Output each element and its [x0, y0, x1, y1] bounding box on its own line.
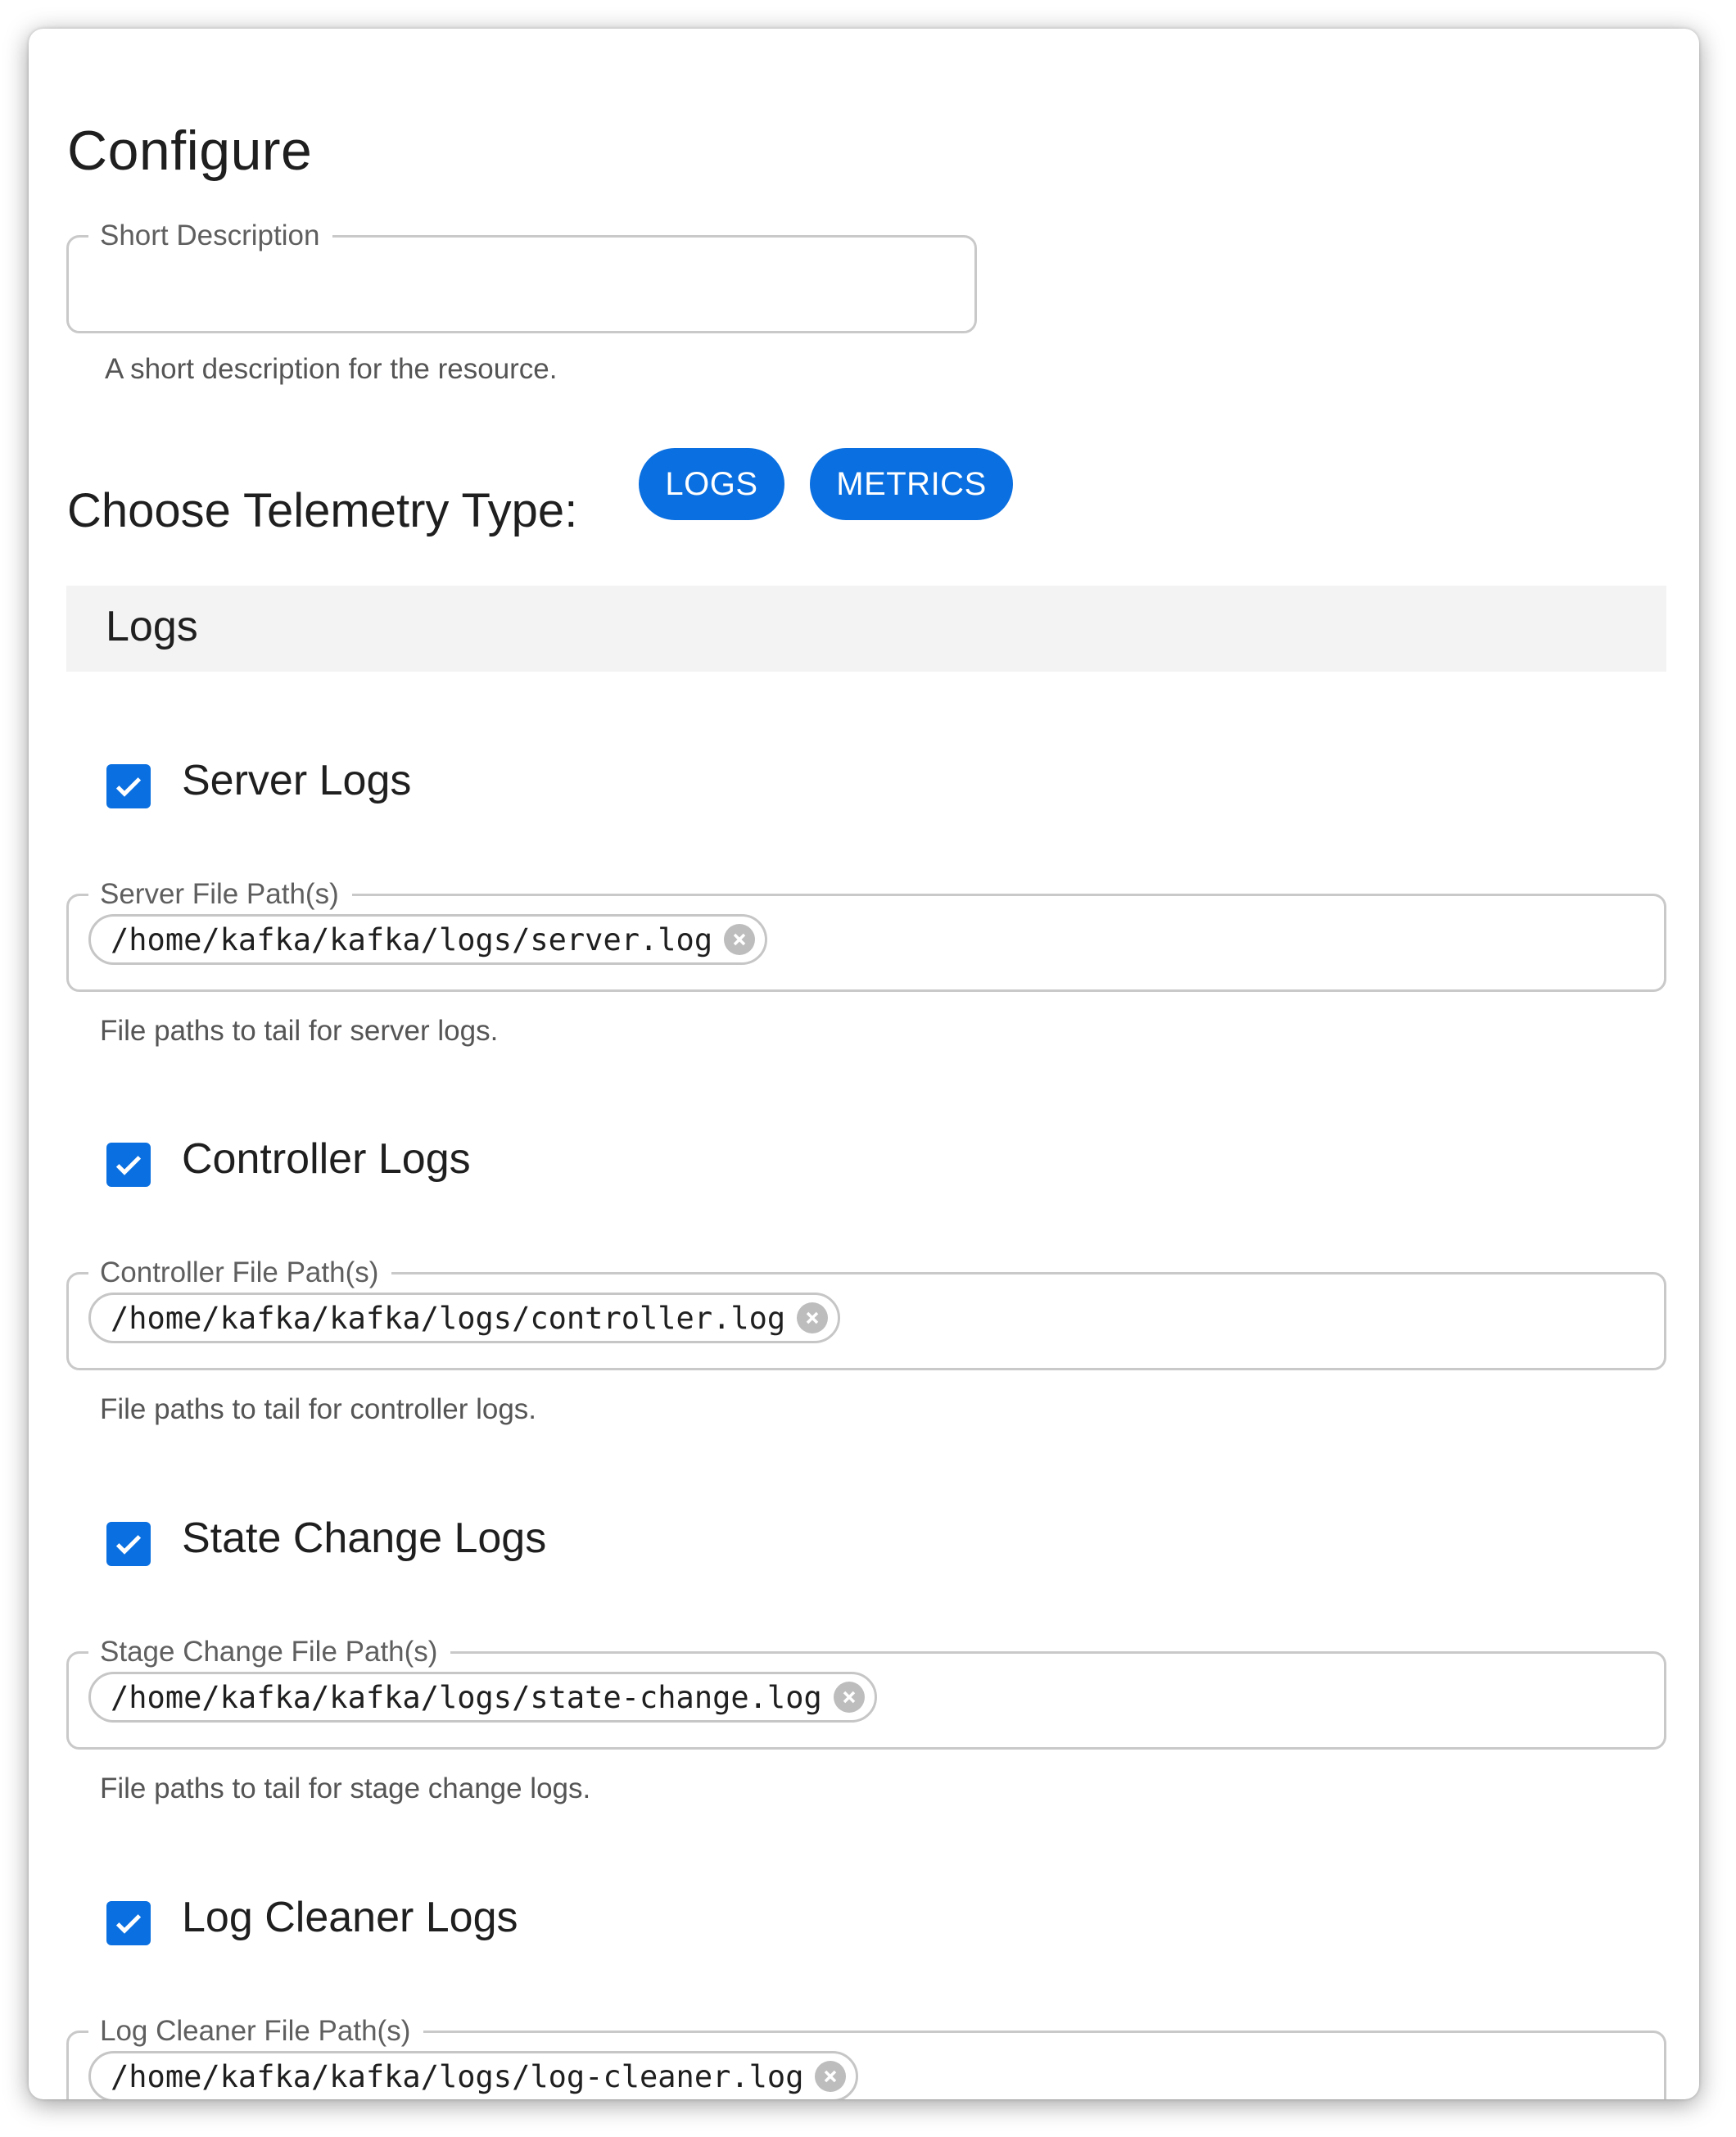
server-logs-label: Server Logs	[182, 757, 412, 804]
state-change-file-paths-label: Stage Change File Path(s)	[88, 1636, 451, 1668]
server-logs-checkbox[interactable]	[106, 764, 151, 808]
path-chip: /home/kafka/kafka/logs/state-change.log	[88, 1672, 877, 1723]
state-change-file-paths-helper: File paths to tail for stage change logs…	[100, 1773, 591, 1804]
check-icon	[115, 777, 142, 797]
log-cleaner-file-paths-label: Log Cleaner File Path(s)	[88, 2015, 424, 2048]
check-icon	[115, 1535, 142, 1555]
configure-card: Configure Short Description A short desc…	[29, 29, 1699, 2099]
state-change-logs-label: State Change Logs	[182, 1514, 547, 1562]
close-circle-icon[interactable]	[724, 924, 756, 955]
controller-file-paths-helper: File paths to tail for controller logs.	[100, 1393, 537, 1425]
check-icon	[115, 1914, 142, 1934]
log-cleaner-file-paths-field[interactable]: Log Cleaner File Path(s) /home/kafka/kaf…	[66, 2015, 1666, 2099]
path-chip-text: /home/kafka/kafka/logs/log-cleaner.log	[111, 2058, 804, 2094]
logs-button[interactable]: LOGS	[639, 448, 784, 520]
telemetry-type-label: Choose Telemetry Type:	[67, 484, 578, 537]
close-circle-icon[interactable]	[797, 1302, 829, 1333]
path-chip: /home/kafka/kafka/logs/server.log	[88, 914, 768, 965]
close-circle-icon[interactable]	[833, 1682, 865, 1713]
server-file-paths-helper: File paths to tail for server logs.	[100, 1015, 499, 1047]
server-file-paths-label: Server File Path(s)	[88, 878, 352, 911]
short-description-field[interactable]: Short Description	[66, 220, 977, 333]
short-description-label: Short Description	[88, 220, 333, 252]
path-chip-text: /home/kafka/kafka/logs/state-change.log	[111, 1679, 822, 1715]
path-chip: /home/kafka/kafka/logs/log-cleaner.log	[88, 2051, 859, 2099]
check-icon	[115, 1156, 142, 1175]
short-description-helper: A short description for the resource.	[105, 353, 558, 385]
controller-logs-label: Controller Logs	[182, 1135, 471, 1183]
controller-file-paths-field[interactable]: Controller File Path(s) /home/kafka/kafk…	[66, 1256, 1666, 1370]
path-chip-text: /home/kafka/kafka/logs/controller.log	[111, 1300, 786, 1336]
page-title: Configure	[67, 120, 313, 182]
path-chip-text: /home/kafka/kafka/logs/server.log	[111, 921, 713, 958]
logs-section-header: Logs	[66, 586, 1666, 672]
path-chip: /home/kafka/kafka/logs/controller.log	[88, 1293, 841, 1343]
controller-file-paths-label: Controller File Path(s)	[88, 1256, 392, 1289]
metrics-button[interactable]: METRICS	[810, 448, 1013, 520]
log-cleaner-logs-label: Log Cleaner Logs	[182, 1894, 518, 1941]
log-cleaner-logs-checkbox[interactable]	[106, 1901, 151, 1945]
server-file-paths-field[interactable]: Server File Path(s) /home/kafka/kafka/lo…	[66, 878, 1666, 992]
close-circle-icon[interactable]	[815, 2061, 847, 2092]
state-change-file-paths-field[interactable]: Stage Change File Path(s) /home/kafka/ka…	[66, 1636, 1666, 1750]
section-title: Logs	[106, 603, 198, 650]
controller-logs-checkbox[interactable]	[106, 1143, 151, 1187]
state-change-logs-checkbox[interactable]	[106, 1522, 151, 1566]
